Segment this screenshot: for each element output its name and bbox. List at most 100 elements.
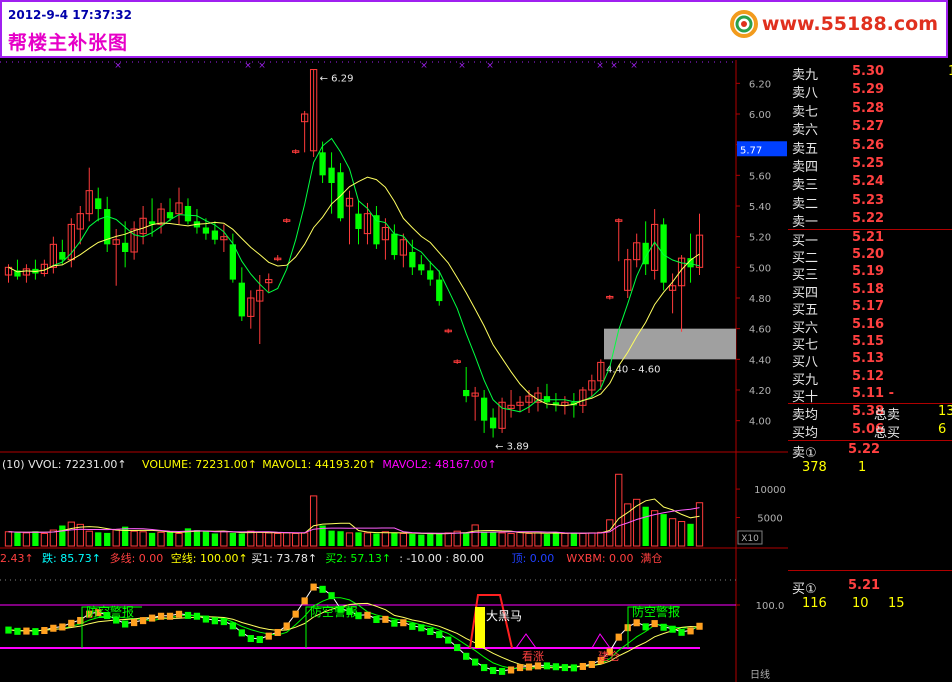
volume-bar-32 <box>292 532 300 547</box>
indicator-block-35 <box>319 585 326 593</box>
indicator-block-3 <box>32 628 39 636</box>
price-tick-label-0: 6.20 <box>749 79 771 90</box>
buy1-qty-2: 10 <box>852 596 869 611</box>
watch-label: 看涨 <box>522 649 544 663</box>
buy-level-5: 买五 5.17 <box>788 299 952 318</box>
indicator-block-32 <box>292 610 299 618</box>
candle-body-23 <box>211 230 219 240</box>
indicator-legend-6: : -10.00 : 80.00 <box>399 552 484 565</box>
indicator-legend-4: 买1: 73.78↑ <box>251 552 317 565</box>
volume-bar-53 <box>480 531 488 546</box>
indicator-block-54 <box>489 667 497 675</box>
indicator-block-7 <box>68 619 75 627</box>
sell-level-price: 5.28 <box>852 100 885 116</box>
volume-bar-21 <box>193 530 201 546</box>
indicator-block-48 <box>436 631 443 639</box>
indicator-block-13 <box>122 620 129 628</box>
indicator-block-19 <box>175 610 183 618</box>
datetime-label: 2012-9-4 17:37:32 <box>8 8 132 22</box>
volume-legend-2: MAVOL1: 44193.20↑ <box>262 458 376 471</box>
candle-body-73 <box>660 224 667 283</box>
buy-level-price: 5.19 <box>852 264 885 280</box>
total-buy-value: 6 <box>938 421 947 437</box>
volume-bar-13 <box>122 526 129 546</box>
ma-fast-line <box>8 137 700 413</box>
price-tick-label-1: 6.00 <box>749 110 771 121</box>
volume-legend-0: (10) VVOL: 72231.00↑ <box>2 458 127 471</box>
buy1-qty-3: 15 <box>888 596 905 611</box>
candle-body-22 <box>202 227 210 234</box>
total-sell-value: 13 <box>938 403 952 419</box>
sell-level-price: 5.27 <box>852 119 885 135</box>
indicator-block-57 <box>516 664 524 672</box>
buy-level-1: 买一 5.21 <box>788 230 952 249</box>
volume-bar-43 <box>391 532 398 546</box>
buy-level-label: 买九 <box>792 372 819 388</box>
indicator-block-55 <box>498 667 506 675</box>
volume-legend-1: VOLUME: 72231.00↑ <box>142 458 257 471</box>
candle-body-18 <box>166 212 174 219</box>
sell-level-label: 卖五 <box>792 141 819 157</box>
price-tick-label-10: 4.20 <box>749 386 771 397</box>
indicator-block-17 <box>157 612 165 620</box>
volume-bar-69 <box>624 503 632 547</box>
indicator-block-21 <box>193 612 201 620</box>
sell1-row: 卖① 5.22 <box>788 442 952 461</box>
volume-bar-48 <box>436 533 443 546</box>
sell-level-label: 卖一 <box>792 215 819 231</box>
volume-bar-2 <box>22 532 31 547</box>
buy-level-price: 5.15 <box>852 334 885 349</box>
candle-body-6 <box>59 252 66 260</box>
indicator-block-18 <box>166 612 174 620</box>
volume-bar-27 <box>247 530 255 547</box>
sell-level-3: 卖七 5.28 <box>788 100 952 120</box>
indicator-block-51 <box>463 652 470 660</box>
indicator-block-62 <box>561 664 569 672</box>
buy-level-price: 5.18 <box>852 281 885 297</box>
indicator-block-76 <box>687 627 694 635</box>
price-tick-label-3: 5.60 <box>749 171 771 182</box>
buy1-label: 买① <box>792 582 817 597</box>
indicator-block-30 <box>274 628 281 636</box>
candle-body-35 <box>319 152 326 176</box>
horse-bar <box>475 607 485 648</box>
indicator-block-29 <box>265 632 272 640</box>
price-tick-label-5: 5.20 <box>749 233 771 244</box>
buy-level-label: 买六 <box>792 320 819 336</box>
volume-bar-46 <box>418 534 425 546</box>
volume-bar-29 <box>265 532 273 547</box>
volume-bar-10 <box>95 532 102 546</box>
volume-bar-3 <box>32 531 39 546</box>
vol-unit-label: X10 <box>741 534 759 544</box>
sell-level-price: 5.26 <box>852 137 885 153</box>
sell-level-label: 卖六 <box>792 123 819 139</box>
indicator-tick-label: 100.0 <box>756 601 785 612</box>
sell-level-4: 卖六 5.27 <box>788 119 952 139</box>
sell-level-1: 卖九 5.30 1 <box>788 64 952 83</box>
volume-bar-0 <box>4 531 13 547</box>
total-sell-label: 总卖 <box>874 407 901 423</box>
vol-tick-label-1: 5000 <box>757 514 782 525</box>
indicator-block-5 <box>50 624 57 632</box>
volume-bar-47 <box>427 532 434 546</box>
indicator-legend-7: 顶: 0.00 <box>512 552 555 565</box>
vol-ma2-line <box>8 507 700 534</box>
buy-level-label: 买八 <box>792 355 819 371</box>
volume-bar-31 <box>283 532 291 547</box>
volume-bar-28 <box>256 531 264 547</box>
price-tick-label-8: 4.60 <box>749 325 771 336</box>
kline-chart[interactable]: ×××××××××6.206.005.805.605.405.205.004.8… <box>0 60 788 682</box>
indicator-block-6 <box>59 623 66 631</box>
indicator-block-44 <box>400 619 407 627</box>
indicator-legend-8: WXBM: 0.00 <box>566 552 633 565</box>
buy-level-3: 买三 5.19 <box>788 264 952 284</box>
buy-level-label: 买三 <box>792 268 819 284</box>
indicator-block-41 <box>373 616 380 623</box>
site-logo[interactable]: www.55188.com <box>729 10 938 38</box>
candle-body-36 <box>328 167 335 183</box>
sell-level-price: 5.29 <box>852 82 885 98</box>
volume-bar-24 <box>220 531 228 547</box>
volume-bar-51 <box>463 532 470 546</box>
volume-bar-65 <box>588 532 596 547</box>
avg-buy-label: 买均 <box>792 425 819 441</box>
